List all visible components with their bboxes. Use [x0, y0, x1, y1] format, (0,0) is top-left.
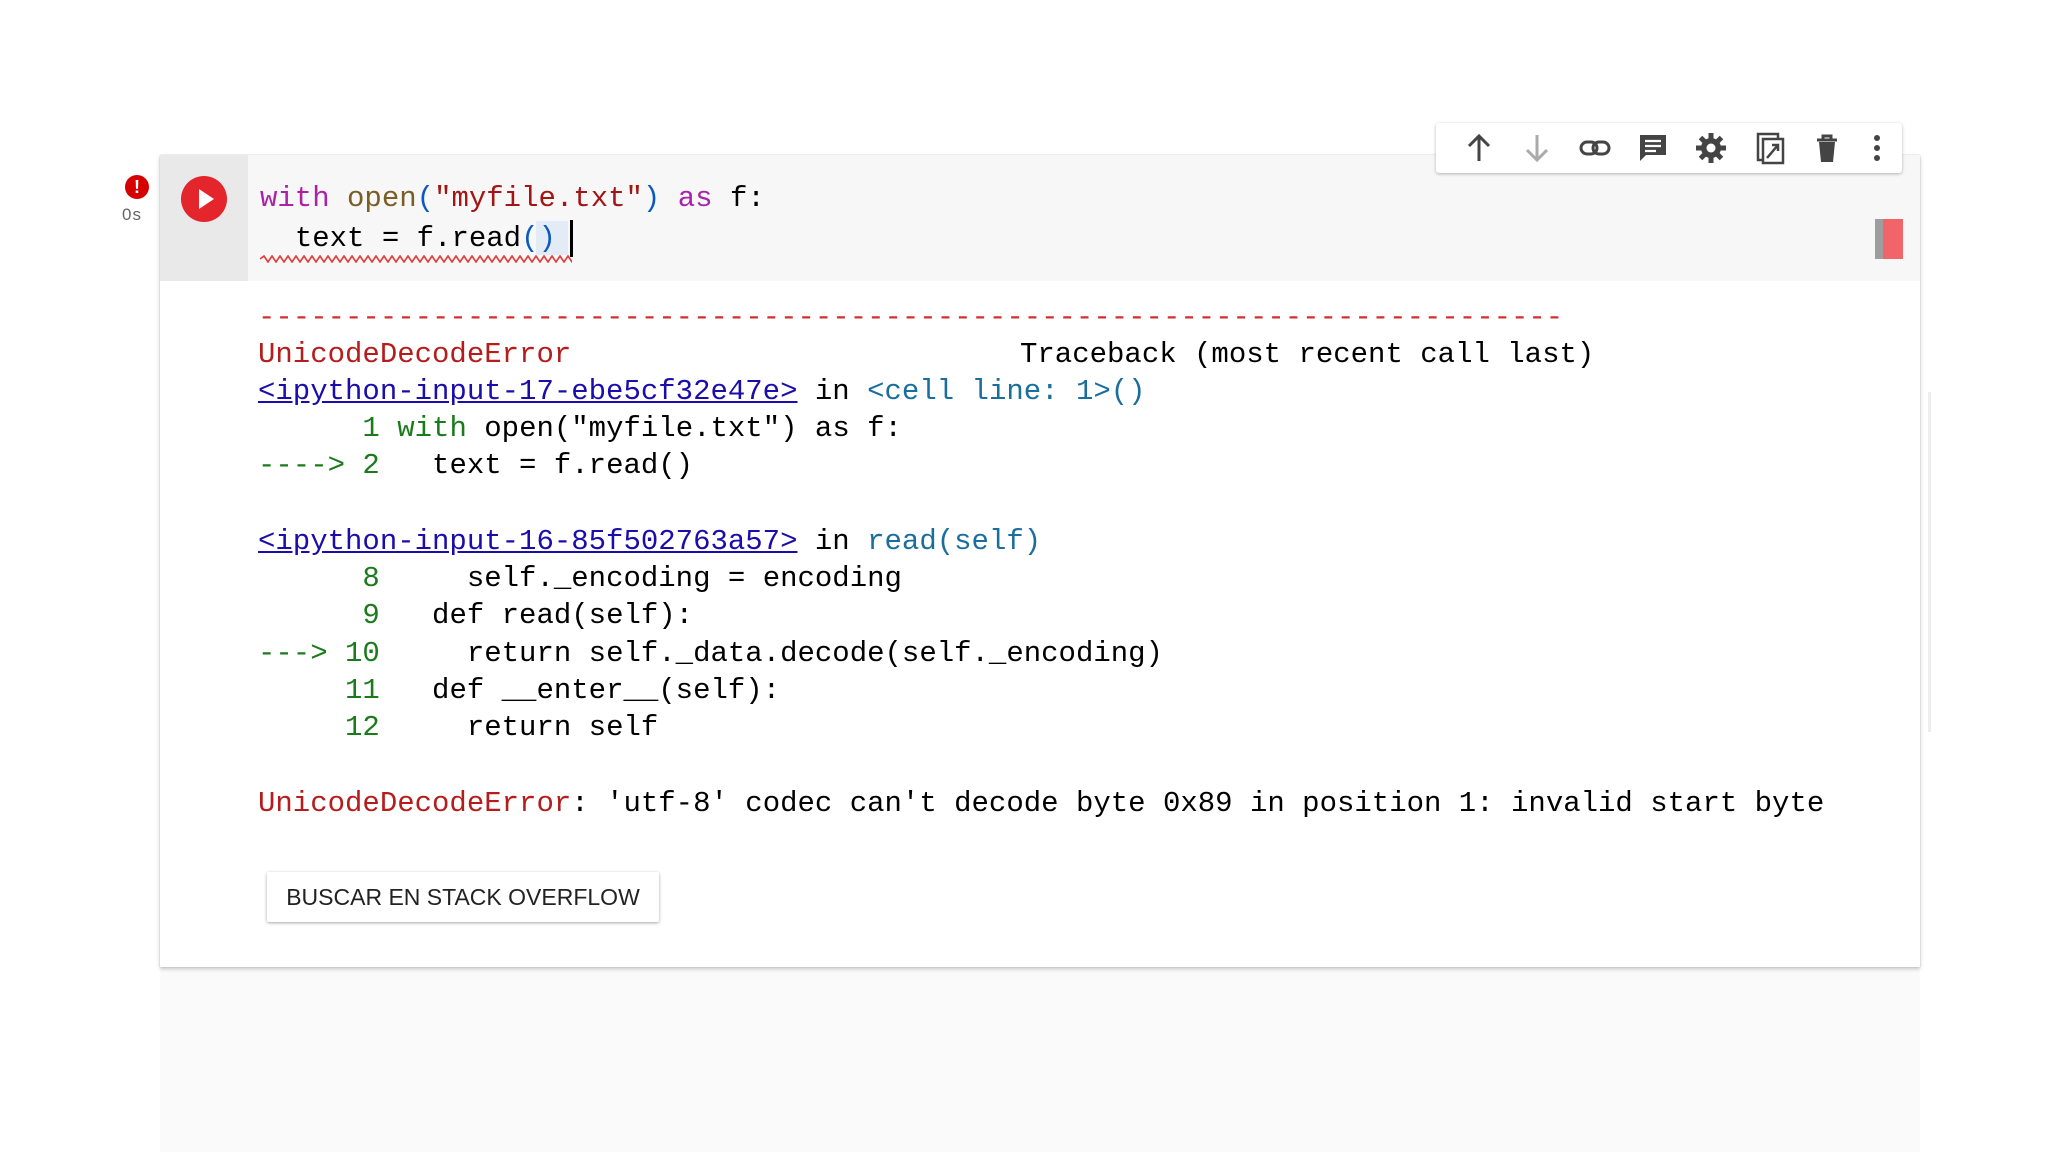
traceback-divider: ----------------------------------------… — [258, 301, 1564, 334]
frame-1-line-current: ----> 2 text = f.read() — [258, 449, 694, 482]
arrow-down-icon — [1525, 135, 1549, 163]
frame-1-location: <cell line: 1>() — [867, 375, 1146, 408]
more-options-button[interactable] — [1860, 131, 1894, 165]
comment-button[interactable] — [1636, 131, 1670, 165]
output-scrollbar[interactable] — [1928, 392, 1931, 732]
frame-2-link[interactable]: <ipython-input-16-85f502763a57> — [258, 525, 798, 558]
mirror-cell-icon — [1756, 132, 1785, 165]
code-line-1: with open("myfile.txt") as f: — [260, 182, 765, 215]
error-icon: ! — [125, 175, 149, 199]
comment-icon — [1640, 135, 1666, 161]
code-line-2: text = f.read() — [294, 222, 556, 255]
frame-2-line-current: ---> 10 return self._data.decode(self._e… — [258, 637, 1163, 670]
final-error: UnicodeDecodeError: 'utf-8' codec can't … — [258, 786, 1824, 822]
frame-1-line: 1 with open("myfile.txt") as f: — [258, 412, 902, 445]
traceback-header: Traceback (most recent call last) — [1020, 338, 1595, 371]
play-icon — [199, 189, 214, 209]
gear-icon — [1696, 133, 1726, 163]
arrow-up-icon — [1467, 133, 1491, 161]
mirror-cell-button[interactable] — [1752, 131, 1786, 165]
execution-time: 0s — [122, 205, 142, 224]
cell-toolbar — [1436, 123, 1902, 173]
move-up-button[interactable] — [1462, 131, 1496, 165]
frame-2-location: read(self) — [867, 525, 1042, 558]
text-cursor — [570, 220, 573, 257]
more-vert-icon — [1874, 135, 1880, 161]
move-down-button[interactable] — [1520, 131, 1554, 165]
execution-indicator: ! 0s — [120, 175, 154, 235]
error-type: UnicodeDecodeError — [258, 338, 572, 371]
settings-button[interactable] — [1694, 131, 1728, 165]
final-error-type: UnicodeDecodeError — [258, 787, 572, 820]
scroll-marker-edge — [1875, 219, 1883, 259]
run-cell-button[interactable] — [181, 176, 227, 222]
frame-1-link[interactable]: <ipython-input-17-ebe5cf32e47e> — [258, 375, 798, 408]
final-error-message: : 'utf-8' codec can't decode byte 0x89 i… — [571, 787, 1825, 820]
trash-icon — [1817, 134, 1837, 162]
search-stack-overflow-button[interactable]: BUSCAR EN STACK OVERFLOW — [267, 872, 659, 922]
frame-2-line: 12 return self — [258, 711, 659, 744]
error-squiggle — [260, 255, 572, 263]
frame-2-line: 11 def __enter__(self): — [258, 674, 781, 707]
link-icon — [1579, 140, 1611, 156]
frame-2-line: 9 def read(self): — [258, 599, 694, 632]
error-header: UnicodeDecodeError — [258, 337, 571, 373]
link-cell-button[interactable] — [1578, 131, 1612, 165]
frame-2-line: 8 self._encoding = encoding — [258, 562, 902, 595]
frame-1-header: <ipython-input-17-ebe5cf32e47e> in <cell… — [258, 375, 1146, 408]
delete-cell-button[interactable] — [1810, 131, 1844, 165]
page-background-lower — [160, 968, 1920, 1152]
frame-2-header: <ipython-input-16-85f502763a57> in read(… — [258, 525, 1042, 558]
